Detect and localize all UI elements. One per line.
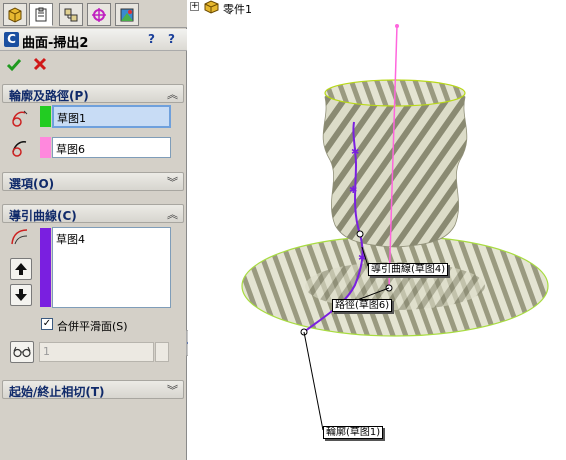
feature-title: 曲面-掃出2: [22, 36, 89, 51]
configuration-icon: [64, 8, 78, 21]
move-down-button[interactable]: [10, 284, 32, 306]
appearance-icon: [120, 8, 134, 21]
merge-smooth-faces-checkbox[interactable]: ✓: [41, 318, 53, 330]
model-3d-view[interactable]: ✱ ✱ ✱: [188, 0, 566, 460]
tab-configuration-manager[interactable]: [59, 3, 83, 26]
collapse-chevron-icon[interactable]: ︽: [167, 86, 178, 102]
tab-dimxpert-manager[interactable]: [87, 3, 111, 26]
sweep-surface-icon: C: [4, 32, 19, 47]
section-number-field[interactable]: 1: [39, 342, 154, 362]
group-profile-path[interactable]: 輪廓及路徑(P) ︽: [2, 84, 184, 103]
property-manager-panel: C 曲面-掃出2 ? ? 輪廓及路徑(P) ︽ 草图1 草图6 選項(O) ︾ …: [0, 0, 187, 460]
swept-surface-base[interactable]: [241, 235, 549, 337]
help-button[interactable]: ?: [148, 32, 155, 46]
feature-tree-icon: [8, 6, 22, 23]
group-options[interactable]: 選項(O) ︾: [2, 172, 184, 191]
profile-selection-box[interactable]: 草图1: [52, 105, 171, 128]
manager-tabs: [0, 0, 187, 28]
close-icon: [33, 57, 47, 71]
guide-color-swatch: [40, 228, 51, 307]
check-icon: [6, 59, 22, 72]
cancel-button[interactable]: [32, 56, 48, 76]
tab-feature-manager[interactable]: [3, 3, 27, 26]
property-sheet-icon: [35, 7, 47, 21]
glasses-icon: [13, 346, 31, 358]
guide-curve-item[interactable]: 草图4: [56, 231, 85, 247]
arrow-up-icon: [15, 263, 27, 275]
group-profile-path-label: 輪廓及路徑(P): [9, 89, 89, 103]
guide-curves-list[interactable]: 草图4: [52, 227, 171, 308]
path-selection-value: 草图6: [56, 143, 85, 156]
collapse-chevron-icon[interactable]: ︽: [167, 206, 178, 222]
feature-title-bar: C 曲面-掃出2 ? ?: [0, 29, 187, 51]
tab-display-manager[interactable]: [115, 3, 139, 26]
profile-color-swatch: [40, 106, 51, 127]
guide-marker-icon: ✱: [349, 185, 357, 196]
group-guide-curves[interactable]: 導引曲線(C) ︽: [2, 204, 184, 223]
move-up-button[interactable]: [10, 258, 32, 280]
path-callout[interactable]: 路徑(草图6): [332, 299, 393, 312]
whats-wrong-button[interactable]: ?: [168, 32, 175, 46]
group-tangency[interactable]: 起始/終止相切(T) ︾: [2, 380, 184, 399]
path-icon: [12, 141, 27, 157]
ok-button[interactable]: [6, 57, 22, 77]
show-sections-button[interactable]: [10, 341, 34, 363]
guide-curve-callout[interactable]: 導引曲線(草图4): [368, 263, 449, 276]
guide-point[interactable]: [356, 230, 364, 238]
arrow-down-icon: [15, 289, 27, 301]
profile-icon: [12, 110, 28, 127]
section-number-spinner[interactable]: [155, 342, 169, 362]
group-tangency-label: 起始/終止相切(T): [9, 385, 105, 399]
tab-property-manager[interactable]: [29, 3, 53, 26]
merge-smooth-faces-label[interactable]: 合併平滑面(S): [57, 318, 128, 334]
profile-selection-value: 草图1: [57, 112, 86, 125]
path-endpoint: [395, 24, 399, 28]
guide-curve-icon: [11, 229, 28, 245]
crosshair-icon: [92, 7, 106, 22]
guide-marker-icon: ✱: [351, 147, 359, 158]
profile-callout[interactable]: 輪廓(草图1): [323, 426, 384, 439]
expand-chevron-icon[interactable]: ︾: [167, 174, 178, 190]
expand-chevron-icon[interactable]: ︾: [167, 382, 178, 398]
group-options-label: 選項(O): [9, 177, 55, 191]
path-color-swatch: [40, 137, 51, 158]
profile-leader-line: [303, 331, 324, 431]
group-guide-curves-label: 導引曲線(C): [9, 209, 77, 223]
path-selection-box[interactable]: 草图6: [52, 137, 171, 158]
